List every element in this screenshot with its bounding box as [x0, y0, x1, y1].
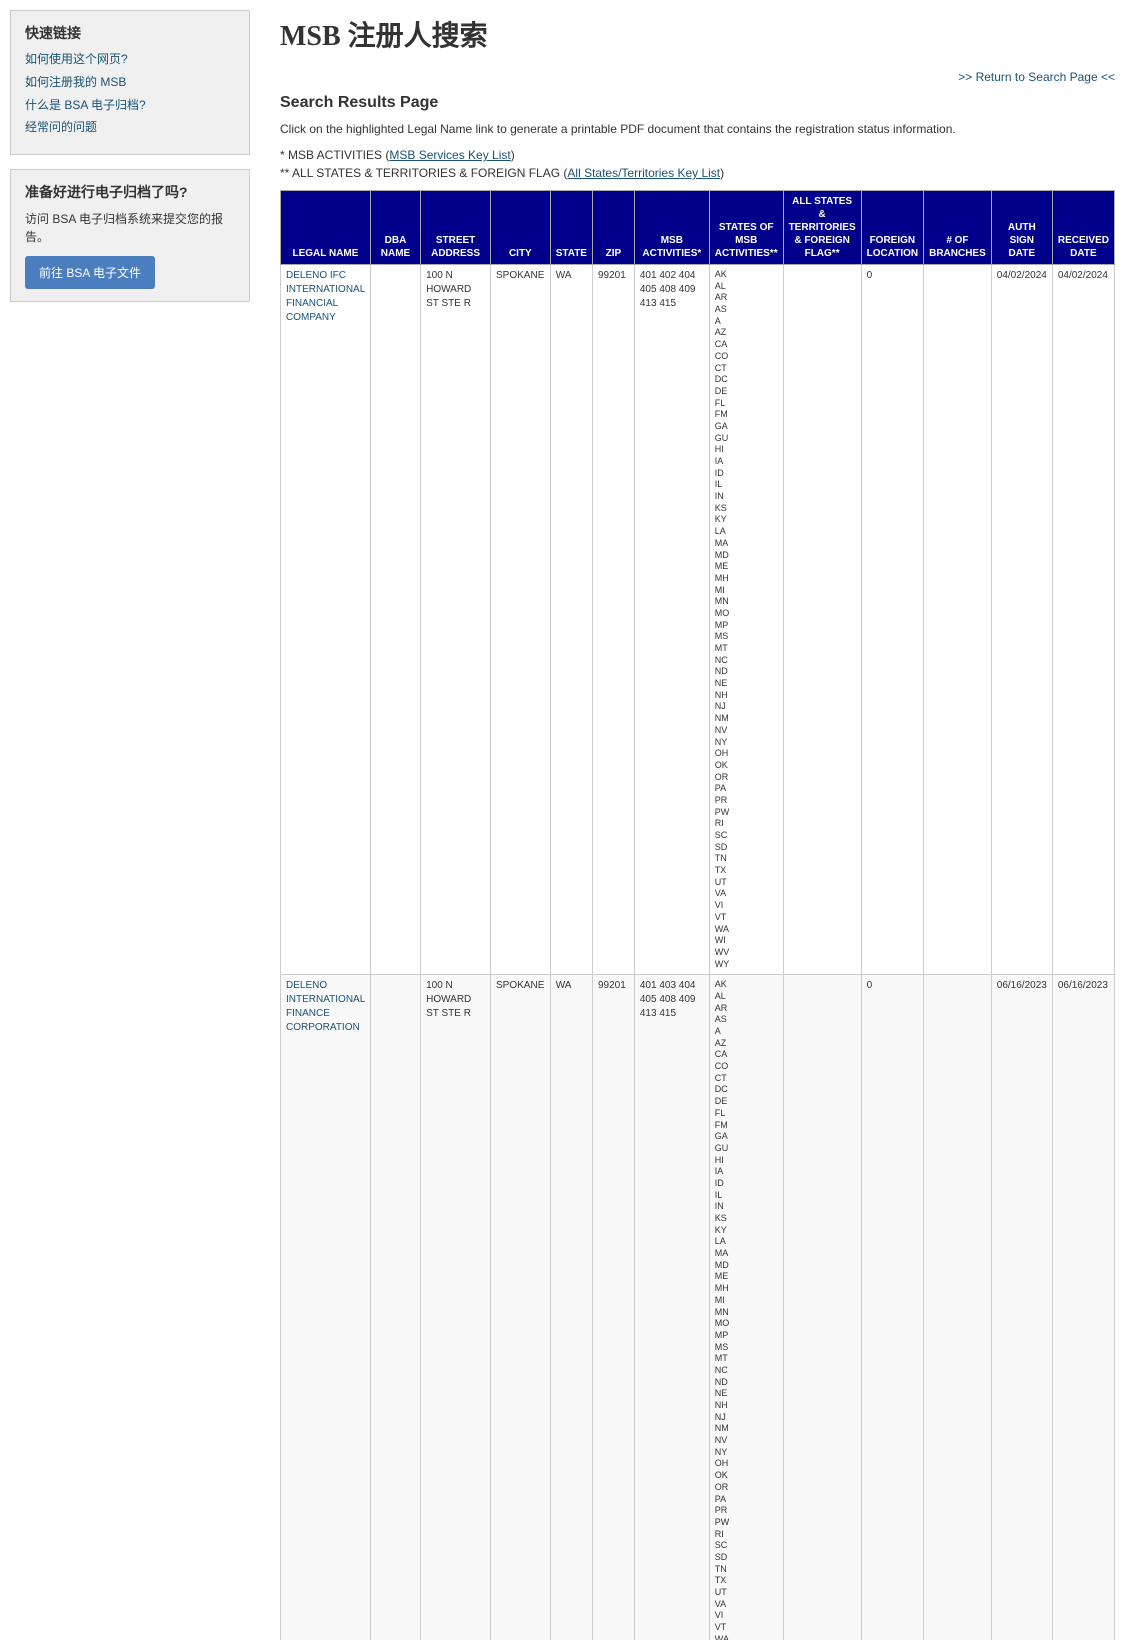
- cell-all-states: [783, 265, 861, 975]
- cell-dba: [370, 975, 420, 1640]
- cell-all-states: [783, 975, 861, 1640]
- col-header-foreign: FOREIGN LOCATION: [861, 191, 923, 265]
- bsa-description: 访问 BSA 电子归档系统来提交您的报告。: [25, 210, 235, 246]
- col-header-legal: LEGAL NAME: [281, 191, 371, 265]
- page-title: MSB 注册人搜索: [280, 14, 1115, 54]
- states-note: ** ALL STATES & TERRITORIES & FOREIGN FL…: [280, 166, 1115, 180]
- sidebar-link-bsa[interactable]: 什么是 BSA 电子归档?: [25, 97, 235, 114]
- cell-auth-sign-date: 06/16/2023: [991, 975, 1052, 1640]
- col-header-city: CITY: [491, 191, 551, 265]
- cell-received-date: 04/02/2024: [1052, 265, 1114, 975]
- bsa-section-title: 准备好进行电子归档了吗?: [25, 182, 235, 202]
- cell-dba: [370, 265, 420, 975]
- bsa-button[interactable]: 前往 BSA 电子文件: [25, 256, 155, 289]
- return-to-search-link[interactable]: >> Return to Search Page <<: [958, 70, 1115, 84]
- cell-city: SPOKANE: [491, 265, 551, 975]
- quicklinks-title: 快速链接: [25, 23, 235, 43]
- cell-legal-name: DELENO IFC INTERNATIONAL FINANCIAL COMPA…: [281, 265, 371, 975]
- cell-auth-sign-date: 04/02/2024: [991, 265, 1052, 975]
- legal-name-link[interactable]: DELENO INTERNATIONAL FINANCE CORPORATION: [286, 980, 365, 1033]
- col-header-zip: ZIP: [592, 191, 634, 265]
- results-table: LEGAL NAME DBA NAME STREET ADDRESS CITY …: [280, 190, 1115, 1640]
- col-header-auth-sign: AUTH SIGN DATE: [991, 191, 1052, 265]
- legal-name-link[interactable]: DELENO IFC INTERNATIONAL FINANCIAL COMPA…: [286, 270, 365, 323]
- cell-state: WA: [550, 975, 592, 1640]
- cell-street: 100 N HOWARD ST STE R: [421, 975, 491, 1640]
- col-header-states-msb: STATES OF MSB ACTIVITIES**: [709, 191, 783, 265]
- cell-street: 100 N HOWARD ST STE R: [421, 265, 491, 975]
- cell-foreign-location: 0: [861, 975, 923, 1640]
- col-header-street: STREET ADDRESS: [421, 191, 491, 265]
- search-results-title: Search Results Page: [280, 94, 1115, 112]
- cell-states-msb: AKALARASAAZCACOCTDCDEFLFMGAGUHIIAIDILINK…: [709, 975, 783, 1640]
- cell-branches: [924, 975, 992, 1640]
- all-states-key-list-link[interactable]: All States/Territories Key List: [567, 166, 720, 180]
- cell-city: SPOKANE: [491, 975, 551, 1640]
- cell-msb-activities: 401 402 404 405 408 409 413 415: [634, 265, 709, 975]
- cell-branches: [924, 265, 992, 975]
- main-content: MSB 注册人搜索 >> Return to Search Page << Se…: [260, 0, 1135, 1640]
- msb-note: * MSB ACTIVITIES (MSB Services Key List): [280, 148, 1115, 162]
- cell-foreign-location: 0: [861, 265, 923, 975]
- sidebar-link-faq[interactable]: 经常问的问题: [25, 119, 235, 136]
- cell-received-date: 06/16/2023: [1052, 975, 1114, 1640]
- quicklinks-section: 快速链接 如何使用这个网页? 如何注册我的 MSB 什么是 BSA 电子归档? …: [10, 10, 250, 155]
- table-row: DELENO IFC INTERNATIONAL FINANCIAL COMPA…: [281, 265, 1115, 975]
- col-header-dba: DBA NAME: [370, 191, 420, 265]
- table-row: DELENO INTERNATIONAL FINANCE CORPORATION…: [281, 975, 1115, 1640]
- cell-states-msb: AKALARASAAZCACOCTDCDEFLFMGAGUHIIAIDILINK…: [709, 265, 783, 975]
- sidebar-link-how-to-use[interactable]: 如何使用这个网页?: [25, 51, 235, 68]
- cell-zip: 99201: [592, 265, 634, 975]
- cell-msb-activities: 401 403 404 405 408 409 413 415: [634, 975, 709, 1640]
- col-header-state: STATE: [550, 191, 592, 265]
- cell-state: WA: [550, 265, 592, 975]
- sidebar: 快速链接 如何使用这个网页? 如何注册我的 MSB 什么是 BSA 电子归档? …: [0, 0, 260, 1640]
- results-description: Click on the highlighted Legal Name link…: [280, 120, 1115, 138]
- cell-zip: 99201: [592, 975, 634, 1640]
- col-header-msb-activities: MSB ACTIVITIES*: [634, 191, 709, 265]
- msb-services-key-list-link[interactable]: MSB Services Key List: [389, 148, 510, 162]
- col-header-all-states: ALL STATES & TERRITORIES & FOREIGN FLAG*…: [783, 191, 861, 265]
- col-header-branches: # OF BRANCHES: [924, 191, 992, 265]
- bsa-section: 准备好进行电子归档了吗? 访问 BSA 电子归档系统来提交您的报告。 前往 BS…: [10, 169, 250, 302]
- sidebar-link-register[interactable]: 如何注册我的 MSB: [25, 74, 235, 91]
- col-header-received: RECEIVED DATE: [1052, 191, 1114, 265]
- return-link-row: >> Return to Search Page <<: [280, 70, 1115, 84]
- cell-legal-name: DELENO INTERNATIONAL FINANCE CORPORATION: [281, 975, 371, 1640]
